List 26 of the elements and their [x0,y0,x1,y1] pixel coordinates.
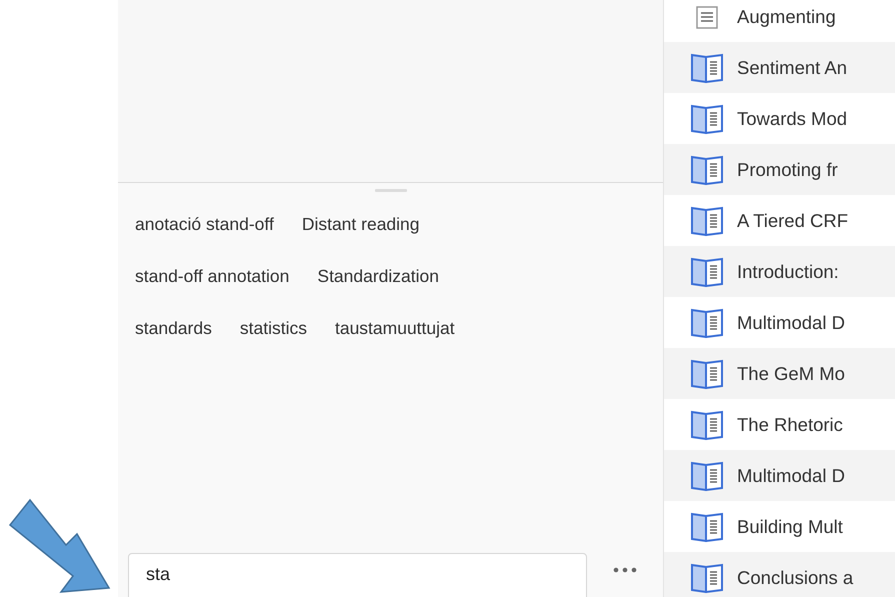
tag[interactable]: Standardization [317,266,440,286]
list-item[interactable]: Multimodal D [664,450,895,501]
more-icon [613,567,637,573]
book-icon [691,308,723,338]
list-item[interactable]: Sentiment An [664,42,895,93]
book-icon [691,52,723,82]
book-icon [691,154,723,184]
book-icon [691,206,723,236]
tag[interactable]: anotació stand-off [135,214,274,234]
tag[interactable]: taustamuuttujat [334,318,455,338]
book-icon [691,562,723,592]
tag[interactable]: stand-off annotation [135,266,290,286]
list-item[interactable]: The GeM Mo [664,348,895,399]
list-item[interactable]: Introduction: [664,246,895,297]
book-icon [691,410,723,440]
tag[interactable]: standards [135,318,212,338]
list-item[interactable]: Promoting fr [664,144,895,195]
book-icon [691,104,723,134]
book-icon [691,512,723,542]
tag[interactable]: statistics [240,318,307,338]
book-icon [691,358,723,388]
filter-input[interactable]: sta [128,553,587,597]
book-icon [691,460,723,490]
list-item[interactable]: Conclusions a [664,552,895,597]
book-icon [691,256,723,286]
tag[interactable]: Distant reading [302,214,420,234]
